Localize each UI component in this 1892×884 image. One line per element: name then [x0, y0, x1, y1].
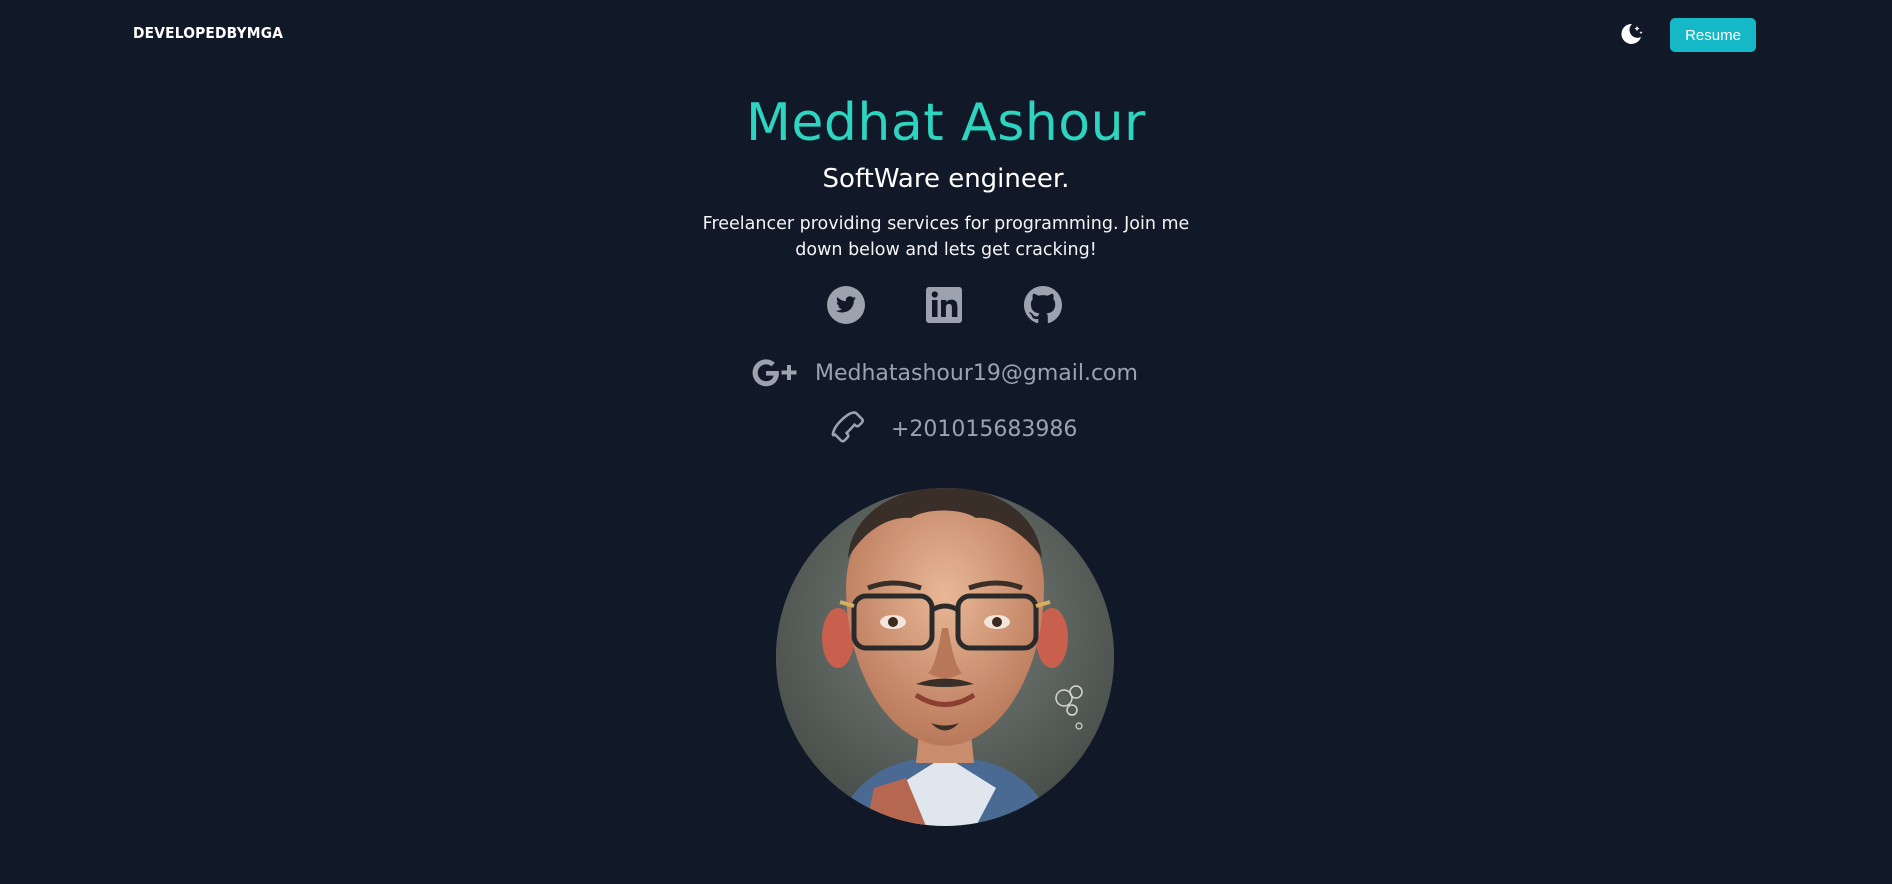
brand-logo[interactable]: DEVELOPEDBYMGA [133, 24, 283, 42]
twitter-icon[interactable] [825, 284, 867, 326]
page-title: Medhat Ashour [746, 93, 1146, 153]
linkedin-icon[interactable] [923, 284, 965, 326]
tagline: Freelancer providing services for progra… [702, 214, 1190, 260]
profile-avatar [776, 488, 1114, 826]
resume-button[interactable]: Resume [1670, 18, 1756, 52]
phone-text[interactable]: +201015683986 [891, 417, 1077, 442]
google-plus-icon [751, 356, 801, 390]
github-icon[interactable] [1022, 284, 1064, 326]
navbar: DEVELOPEDBYMGA Resume [0, 0, 1892, 70]
page: DEVELOPEDBYMGA Resume Medhat Ashour Soft… [0, 0, 1892, 884]
moon-stars-icon[interactable] [1617, 20, 1645, 48]
role-subtitle: SoftWare engineer. [822, 164, 1070, 194]
phone-icon [829, 408, 871, 450]
email-text[interactable]: Medhatashour19@gmail.com [815, 361, 1138, 386]
email-row[interactable]: Medhatashour19@gmail.com [751, 356, 1138, 390]
phone-row[interactable]: +201015683986 [829, 408, 1077, 450]
